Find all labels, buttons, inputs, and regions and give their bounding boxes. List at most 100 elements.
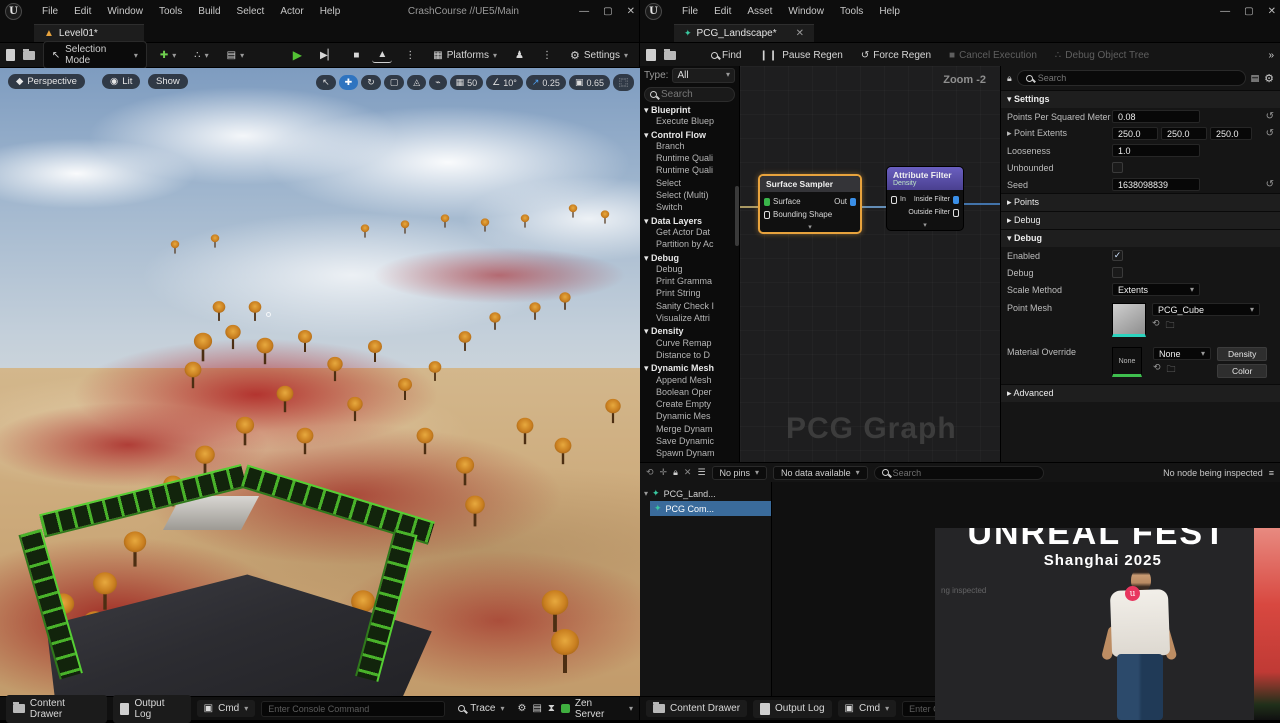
menu-edit[interactable]: Edit <box>714 6 731 17</box>
menu-window[interactable]: Window <box>107 6 143 17</box>
ppsm-input[interactable]: 0.08 <box>1112 110 1200 123</box>
scale-snap-button[interactable]: ↗0.25 <box>526 75 566 90</box>
revert-icon[interactable]: ↺ <box>1266 111 1274 122</box>
lit-dropdown[interactable]: ◉ Lit <box>102 74 140 89</box>
palette-node-item[interactable]: Debug <box>640 264 739 276</box>
section-settings[interactable]: ▾ Settings <box>1001 90 1280 108</box>
select-tool[interactable]: ↖ <box>316 75 336 90</box>
browse-icon[interactable] <box>664 51 676 60</box>
debug-object-tree-dropdown[interactable]: ∴Debug Object Tree <box>1050 48 1154 63</box>
minimize-button[interactable]: — <box>1220 6 1230 17</box>
palette-node-item[interactable]: Runtime Quali <box>640 153 739 165</box>
no-pins-dropdown[interactable]: No pins▾ <box>712 466 768 480</box>
details-search-input[interactable]: Search <box>1017 70 1246 86</box>
menu-edit[interactable]: Edit <box>74 6 91 17</box>
platforms-dropdown[interactable]: ▦ Platforms ▾ <box>428 48 502 63</box>
maximize-button[interactable]: ▢ <box>603 6 612 17</box>
revert-icon[interactable]: ↺ <box>1266 179 1274 190</box>
palette-node-item[interactable]: Print Gramma <box>640 276 739 288</box>
surface-pin-icon[interactable] <box>764 198 770 206</box>
node-collapse-chevron[interactable]: ▾ <box>887 221 963 230</box>
type-filter-dropdown[interactable]: All▾ <box>672 68 735 83</box>
seed-input[interactable]: 1638098839 <box>1112 178 1200 191</box>
material-override-thumbnail[interactable]: None <box>1112 347 1142 377</box>
frame-skip-button[interactable]: ▶▏ <box>315 48 340 63</box>
content-drawer-button[interactable]: Content Drawer <box>6 695 107 723</box>
maximize-viewport-button[interactable]: ⿴ <box>613 74 634 91</box>
add-actor-dropdown[interactable]: ✚▾ <box>155 48 181 63</box>
trace-dropdown[interactable]: Trace▾ <box>451 700 511 717</box>
palette-node-item[interactable]: Save Dynamic <box>640 436 739 448</box>
no-data-dropdown[interactable]: No data available▾ <box>773 466 868 480</box>
density-button[interactable]: Density <box>1217 347 1267 361</box>
menu-tools[interactable]: Tools <box>159 6 182 17</box>
menu-icon[interactable]: ≡ <box>1269 468 1274 478</box>
settings-dropdown[interactable]: ⚙ Settings ▾ <box>565 47 633 64</box>
revert-icon[interactable]: ↺ <box>1266 128 1274 139</box>
scale-tool[interactable]: ▢ <box>384 75 405 90</box>
messages-icon[interactable]: ▤ <box>532 703 541 714</box>
palette-node-item[interactable]: Sanity Check I <box>640 301 739 313</box>
unbounded-checkbox[interactable] <box>1112 162 1123 173</box>
enabled-checkbox[interactable]: ✓ <box>1112 250 1123 261</box>
point-mesh-thumbnail[interactable] <box>1112 303 1146 337</box>
menu-file[interactable]: File <box>682 6 698 17</box>
find-button[interactable]: Find <box>706 48 746 63</box>
node-attribute-filter[interactable]: Attribute Filter Density In Inside Filte… <box>886 166 964 231</box>
launch-button[interactable]: ▲ <box>372 47 392 63</box>
tree-item-pcg-component[interactable]: ✦ PCG Com... <box>650 501 771 516</box>
looseness-input[interactable]: 1.0 <box>1112 144 1200 157</box>
section-debug-collapsed[interactable]: ▸ Debug <box>1001 211 1280 229</box>
use-selected-icon[interactable]: ⟲ <box>1152 318 1160 334</box>
extents-y-input[interactable]: 250.0 <box>1161 127 1207 140</box>
zen-server-dropdown[interactable]: Zen Server▾ <box>561 698 633 720</box>
palette-category[interactable]: ▾ Dynamic Mesh <box>640 362 739 374</box>
target-icon[interactable]: ✕ <box>684 467 692 478</box>
palette-node-item[interactable]: Switch <box>640 202 739 214</box>
palette-scrollbar[interactable] <box>735 186 739 246</box>
extents-z-input[interactable]: 250.0 <box>1210 127 1252 140</box>
node-surface-sampler[interactable]: Surface Sampler Surface Out Bounding Sha… <box>758 174 862 234</box>
extents-x-input[interactable]: 250.0 <box>1112 127 1158 140</box>
rotation-snap-button[interactable]: ∠10° <box>486 75 523 90</box>
cmd-dropdown[interactable]: ▣Cmd▾ <box>838 700 897 717</box>
browse-icon[interactable] <box>23 51 34 60</box>
toolbar-overflow-icon[interactable]: » <box>1268 50 1274 61</box>
focus-icon[interactable]: ✛ <box>660 467 668 478</box>
more-options-icon[interactable]: ⋮ <box>537 48 557 63</box>
output-log-button[interactable]: Output Log <box>113 695 191 723</box>
grid-snap-button[interactable]: ▦50 <box>450 75 484 90</box>
debug-checkbox[interactable] <box>1112 267 1123 278</box>
background-tasks-icon[interactable]: ⧗ <box>548 703 555 714</box>
surface-snap-toggle[interactable]: ⌁ <box>429 75 446 90</box>
palette-node-item[interactable]: Branch <box>640 141 739 153</box>
tab-level01[interactable]: ▲ Level01* <box>34 24 144 42</box>
browse-to-asset-icon[interactable]: 🗀 <box>1166 318 1175 334</box>
attributes-search-input[interactable]: Search <box>874 466 1044 480</box>
lock-icon[interactable]: 🔒︎ <box>1007 73 1012 84</box>
palette-node-item[interactable]: Get Actor Dat <box>640 227 739 239</box>
menu-help[interactable]: Help <box>320 6 341 17</box>
world-space-toggle[interactable]: ◬ <box>407 75 426 90</box>
menu-build[interactable]: Build <box>198 6 220 17</box>
palette-node-item[interactable]: Select (Multi) <box>640 190 739 202</box>
section-debug[interactable]: ▾ Debug <box>1001 229 1280 247</box>
display-filter-icon[interactable]: ▤ <box>1251 73 1260 84</box>
cinematics-dropdown[interactable]: ▤▾ <box>222 48 249 63</box>
back-icon[interactable]: ⟲ <box>646 467 654 478</box>
play-button[interactable]: ▶ <box>288 46 307 64</box>
move-tool[interactable]: ✚ <box>339 75 359 90</box>
minimize-button[interactable]: — <box>579 6 589 17</box>
palette-node-item[interactable]: Merge Dynam <box>640 424 739 436</box>
force-regen-button[interactable]: ↺Force Regen <box>856 48 936 63</box>
palette-search-input[interactable]: Search <box>644 87 735 102</box>
menu-tools[interactable]: Tools <box>840 6 863 17</box>
tab-close-icon[interactable]: ✕ <box>796 28 804 39</box>
selection-mode-dropdown[interactable]: ↖ Selection Mode ▾ <box>43 41 147 69</box>
menu-asset[interactable]: Asset <box>747 6 772 17</box>
details-settings-icon[interactable]: ⚙ <box>1264 72 1274 85</box>
palette-category[interactable]: ▾ Debug <box>640 252 739 264</box>
cmd-dropdown[interactable]: ▣Cmd▾ <box>197 700 256 717</box>
node-collapse-chevron[interactable]: ▾ <box>760 223 860 232</box>
palette-node-item[interactable]: Dynamic Mes <box>640 411 739 423</box>
